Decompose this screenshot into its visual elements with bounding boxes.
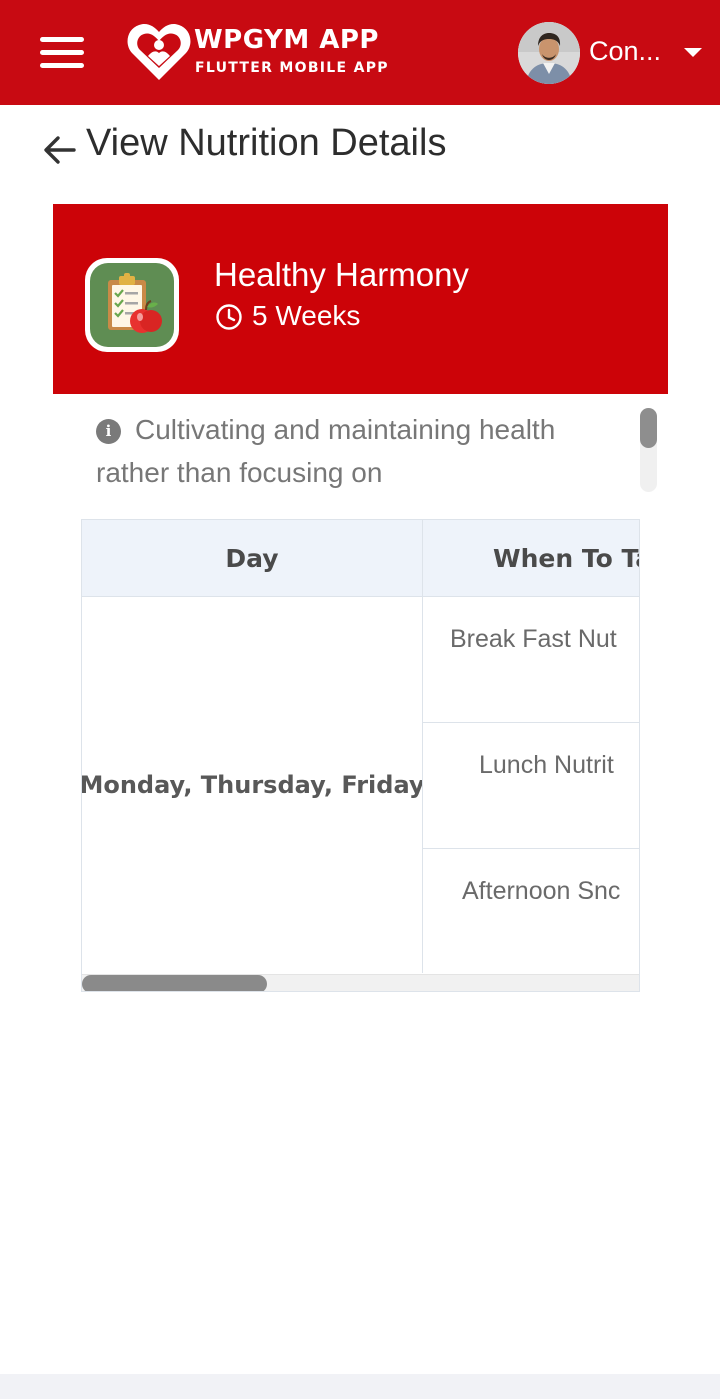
- day-cell: Monday, Thursday, Friday: [82, 597, 423, 973]
- description-text: Cultivating and maintaining health rathe…: [96, 414, 556, 488]
- back-arrow-icon[interactable]: [40, 130, 80, 170]
- brand-subtitle: FLUTTER MOBILE APP: [195, 60, 389, 76]
- top-app-bar: WPGYM APP FLUTTER MOBILE APP Con...: [0, 0, 720, 105]
- nutrition-plan-card: Healthy Harmony 5 Weeks: [53, 204, 668, 394]
- meal-cell-afternoon-snack: Afternoon Snc: [462, 877, 621, 905]
- heart-logo-icon: [127, 23, 191, 80]
- user-profile-menu[interactable]: Con...: [518, 22, 708, 84]
- description-scrollbar-thumb[interactable]: [640, 408, 657, 448]
- table-scrollbar-thumb[interactable]: [82, 975, 267, 991]
- avatar: [518, 22, 580, 84]
- clipboard-apple-icon: [85, 258, 179, 352]
- user-name: Con...: [589, 36, 662, 66]
- plan-description[interactable]: i Cultivating and maintaining health rath…: [96, 408, 636, 494]
- info-icon: i: [96, 419, 121, 444]
- menu-icon[interactable]: [38, 34, 86, 70]
- app-screen: WPGYM APP FLUTTER MOBILE APP Con... View…: [0, 0, 720, 1399]
- brand-logo: WPGYM APP FLUTTER MOBILE APP: [126, 20, 396, 84]
- meal-cell-breakfast: Break Fast Nut: [423, 597, 639, 723]
- header-when-to-take: When To Ta: [423, 520, 639, 597]
- chevron-down-icon[interactable]: [684, 48, 702, 57]
- system-nav-bar: [0, 1374, 720, 1399]
- clock-icon: [216, 304, 242, 330]
- nutrition-table[interactable]: Day When To Ta Monday, Thursday, Friday …: [81, 519, 640, 992]
- brand-title: WPGYM APP: [194, 25, 379, 55]
- page-title: View Nutrition Details: [86, 122, 447, 164]
- header-day: Day: [82, 520, 423, 597]
- plan-name: Healthy Harmony: [214, 256, 469, 293]
- duration-text: 5 Weeks: [252, 300, 361, 331]
- meal-cell-lunch: Lunch Nutrit: [423, 723, 639, 849]
